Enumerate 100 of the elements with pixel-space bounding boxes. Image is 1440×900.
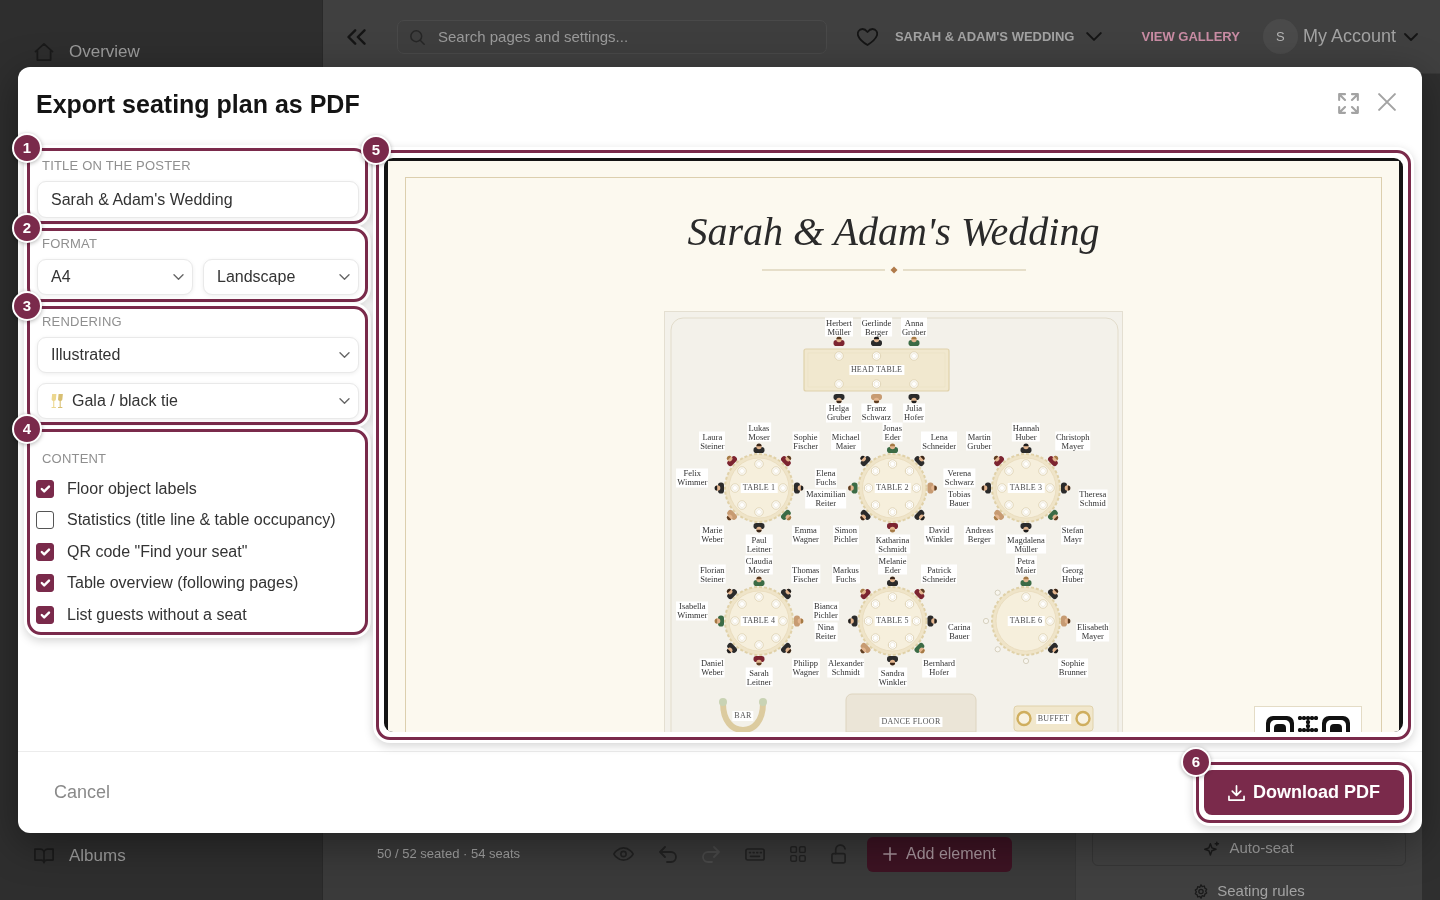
checkbox[interactable] <box>36 542 54 561</box>
guest-name: Sarah Leitner <box>745 667 773 687</box>
guest-name: Lena Schneider <box>921 431 958 451</box>
guest-name: Emma Wagner <box>791 525 820 545</box>
chevron-down-icon <box>339 274 350 280</box>
guest-name: Verena Schwarz <box>943 468 975 487</box>
guest-name: Markus Fuchs <box>831 564 860 584</box>
poster-title: Sarah & Adam's Wedding <box>687 208 1100 256</box>
keyboard-icon[interactable] <box>745 847 765 861</box>
search-icon <box>410 29 425 45</box>
guest-name: Thomas Fischer <box>791 564 821 584</box>
guest-name: Stefan Mayr <box>1060 525 1085 545</box>
section-label: RENDERING <box>42 314 123 330</box>
heart-icon[interactable] <box>856 27 878 46</box>
section-label: CONTENT <box>42 451 108 467</box>
undo-icon[interactable] <box>659 845 677 863</box>
guest-name: Maximilian Reiter <box>804 489 847 508</box>
grid-icon[interactable] <box>790 846 806 862</box>
checkbox[interactable] <box>36 605 54 624</box>
guest-name: Georg Huber <box>1061 564 1085 584</box>
seating-rules-link[interactable]: Seating rules <box>1193 882 1305 900</box>
guest-name: Hannah Huber <box>1011 422 1041 442</box>
table-name: TABLE 5 <box>874 616 911 626</box>
search-field[interactable]: Search pages and settings... <box>397 19 827 54</box>
guest-name: Gerlinde Berger <box>860 317 893 337</box>
guest-name: Carina Bauer <box>946 622 972 641</box>
guest-name: Bianca Pichler <box>812 601 839 620</box>
checkbox[interactable] <box>36 511 54 530</box>
open-padlock-icon[interactable] <box>831 844 847 864</box>
add-element-button[interactable]: Add element <box>867 836 1012 872</box>
guest-name: Tobias Bauer <box>947 489 972 508</box>
guest-name: Florian Steiner <box>699 564 726 584</box>
gear-icon <box>1193 883 1210 899</box>
checkbox-label: QR code "Find your seat" <box>67 541 248 562</box>
download-icon <box>1228 784 1245 801</box>
dance-floor-label: DANCE FLOOR <box>879 717 943 727</box>
download-pdf-button[interactable]: Download PDF <box>1204 770 1404 815</box>
chevron-down-icon <box>339 352 350 358</box>
sidebar-link[interactable]: Overview <box>34 42 140 62</box>
avatar[interactable]: S <box>1262 19 1298 54</box>
buffet-label: BUFFET <box>1035 713 1072 724</box>
guest-name: Julia Hofer <box>903 403 925 422</box>
guest-name: Nina Reiter <box>814 622 838 641</box>
checkbox[interactable] <box>36 479 54 498</box>
dropdown[interactable]: Illustrated <box>37 337 359 373</box>
dropdown[interactable]: Gala / black tie <box>37 383 359 419</box>
event-selector[interactable]: SARAH & ADAM'S WEDDING <box>894 26 1103 47</box>
champagne-glasses-icon <box>51 394 64 408</box>
close-icon[interactable] <box>1378 93 1396 111</box>
guest-name: Elena Fuchs <box>814 468 837 487</box>
checkbox-label: Table overview (following pages) <box>67 573 299 594</box>
guest-name: Patrick Schneider <box>921 564 958 584</box>
guest-name: Sandra Winkler <box>877 667 908 687</box>
guest-name: Marie Weber <box>700 525 725 545</box>
guest-name: Elisabeth Mayer <box>1076 622 1110 641</box>
table-name: TABLE 6 <box>1007 616 1045 626</box>
guest-name: Felix Wimmer <box>676 468 709 487</box>
bar-label: BAR <box>732 711 754 721</box>
guest-name: Christoph Mayer <box>1054 431 1091 451</box>
guest-name: Melanie Eder <box>877 555 908 575</box>
guest-name: Philipp Wagner <box>791 658 820 678</box>
cancel-button[interactable]: Cancel <box>36 771 129 814</box>
sidebar-link[interactable]: Albums <box>34 846 126 866</box>
dialog-title: Export seating plan as PDF <box>36 89 360 119</box>
section-label: TITLE ON THE POSTER <box>42 158 192 174</box>
guest-name: Alexander Schmidt <box>827 658 865 678</box>
dropdown[interactable]: Landscape <box>203 259 359 295</box>
chevron-down-icon <box>339 398 350 404</box>
guest-name: Magdalena Müller <box>1006 534 1046 554</box>
guest-name: Anna Gruber <box>900 317 928 337</box>
eye-icon[interactable] <box>613 847 634 861</box>
table-name: HEAD TABLE <box>848 365 905 375</box>
step-badge: 1 <box>12 133 42 163</box>
dropdown[interactable]: A4 <box>37 259 193 295</box>
checkbox[interactable] <box>36 574 54 593</box>
guest-name: Helga Gruber <box>825 403 853 422</box>
checkbox-label: Statistics (title line & table occupancy) <box>67 510 336 531</box>
plus-icon <box>883 847 897 861</box>
guest-name: Andreas Berger <box>964 525 995 545</box>
guest-name: Lukas Moser <box>747 422 771 442</box>
guest-name: Herbert Müller <box>825 317 853 337</box>
guest-name: Isabella Wimmer <box>676 601 709 620</box>
account-menu[interactable]: My Account <box>1302 23 1418 50</box>
guest-name: Laura Steiner <box>699 431 726 451</box>
bar-counter-drawing <box>719 698 767 732</box>
sparkle-icon <box>1204 840 1221 856</box>
double-chevron-left-icon[interactable] <box>347 28 366 45</box>
guest-name: Daniel Weber <box>699 658 725 678</box>
view-gallery-link[interactable]: VIEW GALLERY <box>1141 26 1240 47</box>
seating-stats: 50 / 52 seated · 54 seats <box>377 845 522 864</box>
guest-name: Petra Maier <box>1014 555 1038 575</box>
guest-name: Katharina Schmidt <box>874 534 911 554</box>
table-name: TABLE 3 <box>1007 483 1045 493</box>
guest-name: Bernhard Hofer <box>922 658 956 678</box>
section-label: FORMAT <box>42 236 99 252</box>
guest-name: Jonas Eder <box>882 422 903 442</box>
expand-icon[interactable] <box>1338 93 1359 114</box>
guest-name: Theresa Schmid <box>1078 489 1108 508</box>
text-input[interactable]: Sarah & Adam's Wedding <box>37 181 359 218</box>
guest-name: Claudia Moser <box>744 555 774 575</box>
